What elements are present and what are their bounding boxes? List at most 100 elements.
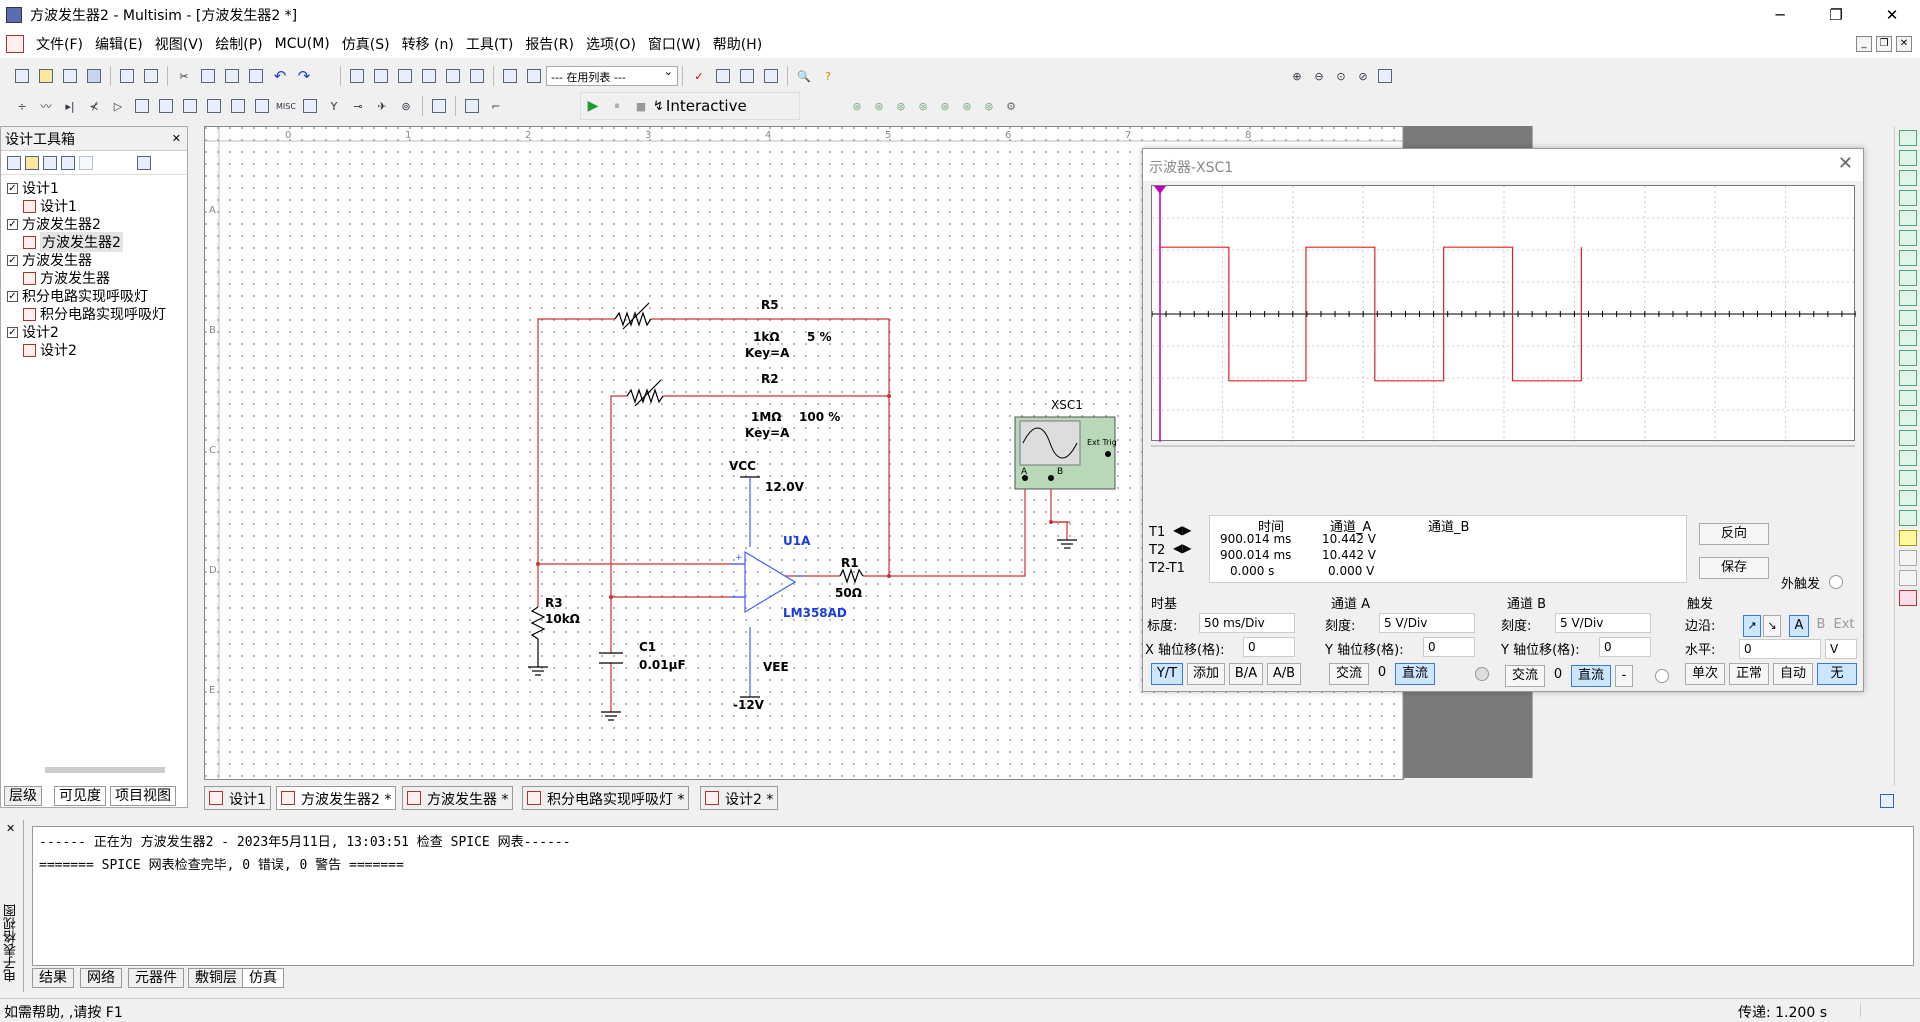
spectrum-analyzer-icon[interactable] <box>1898 370 1917 386</box>
checkbox-icon[interactable]: ✓ <box>7 218 18 230</box>
x-position-field[interactable]: 0 <box>1243 637 1295 657</box>
menu-options[interactable]: 选项(O) <box>580 34 642 54</box>
mixed-icon[interactable] <box>204 96 224 116</box>
tree-item-design[interactable]: ✓ 方波发生器2 <box>7 215 187 233</box>
agilent-multimeter-icon[interactable] <box>1898 430 1917 446</box>
no-trigger-button[interactable]: 无 <box>1817 663 1857 685</box>
open-design-icon[interactable] <box>25 155 39 170</box>
word-generator-icon[interactable] <box>1898 270 1917 286</box>
tree-item-sheet[interactable]: 设计2 <box>7 341 187 359</box>
agilent-oscilloscope-icon[interactable] <box>1898 450 1917 466</box>
cut-icon[interactable]: ✂ <box>174 66 194 86</box>
channel-a-ac-button[interactable]: 交流 <box>1329 663 1369 685</box>
copy-icon[interactable] <box>198 66 218 86</box>
t2-arrows[interactable]: ◀▶ <box>1173 541 1191 555</box>
basic-icon[interactable]: 〰 <box>36 96 56 116</box>
zoom-sheet-icon[interactable]: ⊘ <box>1354 66 1372 86</box>
advanced-peripherals-icon[interactable] <box>300 96 320 116</box>
tab-components[interactable]: 元器件 <box>128 968 184 988</box>
restore-button[interactable]: ❐ <box>1808 0 1864 30</box>
ni-components-icon[interactable]: ✈ <box>372 96 392 116</box>
channel-b-scale-field[interactable]: 5 V/Div <box>1555 613 1651 633</box>
connector-icon[interactable]: ⊚ <box>396 96 416 116</box>
timebase-scale-field[interactable]: 50 ms/Div <box>1199 613 1295 633</box>
zoom-area-icon[interactable]: ⊙ <box>1332 66 1350 86</box>
misc-icon[interactable]: MISC <box>276 96 296 116</box>
open-design-icon[interactable] <box>60 66 80 86</box>
menu-edit[interactable]: 编辑(E) <box>89 34 149 54</box>
place-component-icon[interactable] <box>500 66 520 86</box>
oscilloscope-screen[interactable] <box>1151 185 1857 442</box>
menu-window[interactable]: 窗口(W) <box>642 34 707 54</box>
cmos-icon[interactable] <box>156 96 176 116</box>
iv-analyzer-icon[interactable] <box>1898 330 1917 346</box>
tektronix-oscilloscope-icon[interactable] <box>1898 470 1917 486</box>
tree-item-sheet[interactable]: 设计1 <box>7 197 187 215</box>
tab-results[interactable]: 结果 <box>32 968 74 988</box>
normal-trigger-button[interactable]: 正常 <box>1729 663 1769 685</box>
misc-digital-icon[interactable] <box>180 96 200 116</box>
current-probe-icon[interactable] <box>1898 530 1917 546</box>
checkbox-icon[interactable]: ✓ <box>7 290 18 302</box>
tab-hierarchy[interactable]: 层级 <box>4 786 42 806</box>
trigger-unit-field[interactable]: V <box>1825 639 1857 659</box>
multimeter-icon[interactable] <box>1898 130 1917 146</box>
tree-item-sheet-selected[interactable]: 方波发生器2 <box>7 232 187 252</box>
resize-grip[interactable] <box>1860 1003 1916 1017</box>
menu-file[interactable]: 文件(F) <box>30 34 89 54</box>
oscilloscope-xsc1-symbol[interactable] <box>1014 416 1116 490</box>
electromechanical-icon[interactable]: ⊸ <box>348 96 368 116</box>
hierarchical-block-icon[interactable] <box>462 96 482 116</box>
menu-tools[interactable]: 工具(T) <box>460 34 519 54</box>
add-button[interactable]: 添加 <box>1187 663 1225 685</box>
mdi-minimize-button[interactable]: _ <box>1856 36 1872 52</box>
menu-mcu[interactable]: MCU(M) <box>269 36 336 52</box>
undo-icon[interactable]: ↶ <box>270 66 290 86</box>
gear-icon[interactable]: ⚙ <box>1002 96 1020 116</box>
checkbox-icon[interactable]: ✓ <box>7 182 18 194</box>
toolbox-close-icon[interactable]: ✕ <box>172 132 181 145</box>
channel-a-zero-button[interactable]: 0 <box>1373 663 1391 685</box>
channel-b-ypos-field[interactable]: 0 <box>1599 637 1651 657</box>
channel-a-ypos-field[interactable]: 0 <box>1423 637 1475 657</box>
paste-icon[interactable] <box>222 66 242 86</box>
probe-differential-icon[interactable]: ⊛ <box>914 96 932 116</box>
toggle-spreadsheet-icon[interactable] <box>371 66 391 86</box>
indicator-icon[interactable] <box>228 96 248 116</box>
erc-icon[interactable]: ✓ <box>689 66 709 86</box>
tree-item-design[interactable]: ✓ 设计2 <box>7 323 187 341</box>
channel-b-terminal[interactable] <box>1655 669 1669 683</box>
tab-simulation[interactable]: 仿真 <box>242 968 284 988</box>
rf-icon[interactable]: Y <box>324 96 344 116</box>
transfer-dropdown-icon[interactable] <box>713 66 733 86</box>
redo-icon[interactable]: ↷ <box>294 66 314 86</box>
single-trigger-button[interactable]: 单次 <box>1685 663 1725 685</box>
function-generator-icon[interactable] <box>1898 150 1917 166</box>
sheet-tab-design2[interactable]: 设计2 * <box>700 786 779 810</box>
bus-icon[interactable]: ⌐ <box>486 96 506 116</box>
component-wizard-icon[interactable] <box>467 66 487 86</box>
delete-icon[interactable] <box>246 66 266 86</box>
zoom-in-icon[interactable]: ⊕ <box>1288 66 1306 86</box>
trigger-source-ext[interactable]: Ext <box>1831 615 1857 637</box>
postprocessor-icon[interactable] <box>419 66 439 86</box>
rising-edge-icon[interactable]: ↗ <box>1743 615 1761 637</box>
channel-b-minus-button[interactable]: - <box>1615 665 1633 687</box>
forward-annotate-icon[interactable] <box>761 66 781 86</box>
mdi-restore-button[interactable]: ❐ <box>1876 36 1892 52</box>
channel-b-zero-button[interactable]: 0 <box>1549 665 1567 687</box>
power-component-icon[interactable] <box>252 96 272 116</box>
cursor-t1-handle[interactable] <box>1154 186 1166 194</box>
channel-b-ac-button[interactable]: 交流 <box>1505 665 1545 687</box>
probe-power-icon[interactable]: ⊛ <box>892 96 910 116</box>
channel-a-terminal[interactable] <box>1475 667 1489 681</box>
menu-simulate[interactable]: 仿真(S) <box>336 34 396 54</box>
sheet-tab-breathing-light[interactable]: 积分电路实现呼吸灯 * <box>522 786 690 810</box>
tab-project-view[interactable]: 项目视图 <box>110 786 176 806</box>
menu-view[interactable]: 视图(V) <box>149 34 210 54</box>
sheet-tab-active[interactable]: 方波发生器2 * <box>276 786 397 810</box>
trigger-level-field[interactable]: 0 <box>1739 639 1821 659</box>
probe-reference-icon[interactable]: ⊛ <box>936 96 954 116</box>
checkbox-icon[interactable]: ✓ <box>7 254 18 266</box>
trigger-source-a[interactable]: A <box>1789 615 1809 637</box>
